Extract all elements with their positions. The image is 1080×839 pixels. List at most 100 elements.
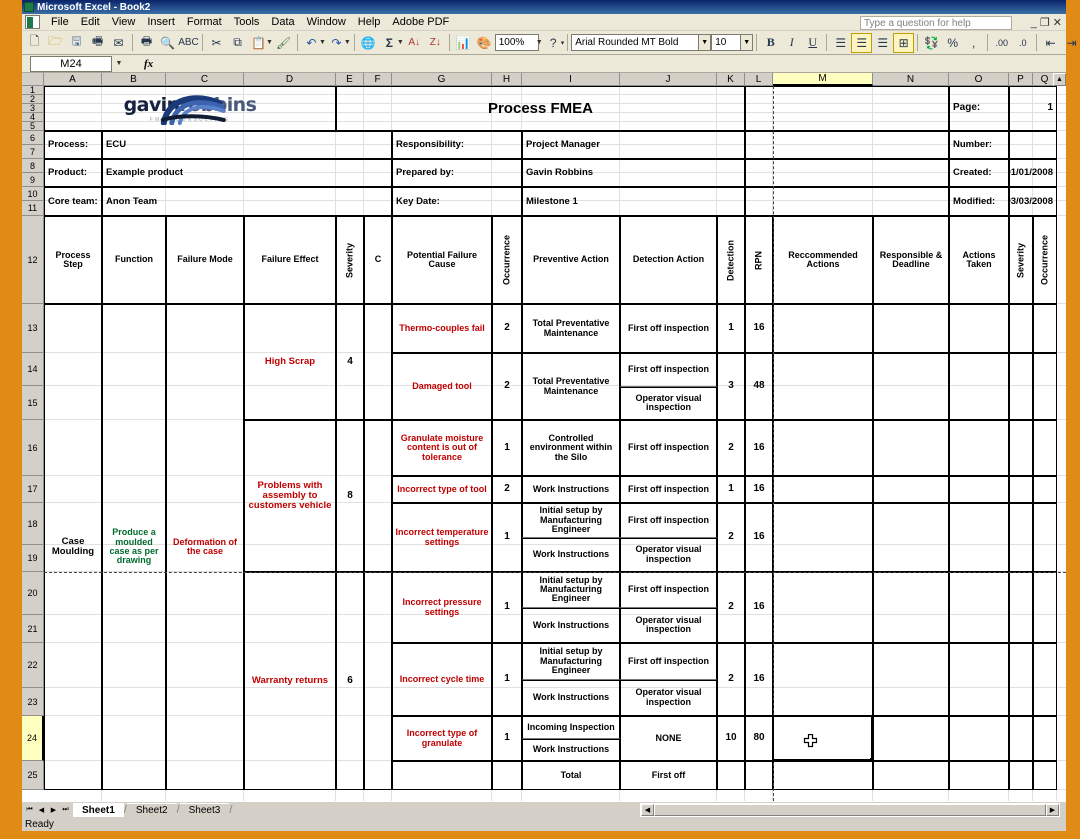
drawing-icon[interactable]: 🎨 <box>474 33 495 53</box>
menu-insert[interactable]: Insert <box>141 15 181 29</box>
cell-detection-action-5-0[interactable]: First off inspection <box>620 572 717 608</box>
font-name-input[interactable]: Arial Rounded MT Bold <box>571 34 700 51</box>
cell-failure-mode[interactable]: Deformation of the case <box>166 304 244 790</box>
cell-severity-after-1[interactable] <box>1009 353 1033 420</box>
cell-occurrence-1[interactable]: 2 <box>492 353 522 420</box>
menu-view[interactable]: View <box>106 15 142 29</box>
cell-detection-action-8-0[interactable]: First off <box>620 761 717 790</box>
cell-failure-cause-1[interactable]: Damaged tool <box>392 353 492 420</box>
row-header-2[interactable]: 2 <box>22 95 44 104</box>
row-header-20[interactable]: 20 <box>22 572 44 615</box>
cell-preventive-action-4-1[interactable]: Work Instructions <box>522 537 620 572</box>
header-field-blank-2[interactable] <box>745 187 949 216</box>
currency-style-button[interactable]: 💱 <box>921 33 942 53</box>
select-all-corner[interactable] <box>22 73 44 86</box>
cell-preventive-action-7-1[interactable]: Work Instructions <box>522 738 620 761</box>
cell-recommended-actions-4[interactable] <box>773 503 873 572</box>
cell-responsible-deadline-4[interactable] <box>873 503 949 572</box>
column-header-c[interactable]: C <box>166 73 244 86</box>
menu-format[interactable]: Format <box>181 15 228 29</box>
row-header-9[interactable]: 9 <box>22 173 44 187</box>
cell-occurrence-7[interactable]: 1 <box>492 716 522 761</box>
prev-sheet-button[interactable]: ◀ <box>36 806 47 814</box>
cell-responsible-deadline-2[interactable] <box>873 420 949 476</box>
cell-detection-rating-1[interactable]: 3 <box>717 353 745 420</box>
copy-icon[interactable]: ⧉ <box>227 33 248 53</box>
comma-style-button[interactable]: , <box>963 33 984 53</box>
cell-rpn-3[interactable]: 16 <box>745 476 773 503</box>
cell-preventive-action-8-0[interactable]: Total <box>522 761 620 790</box>
scroll-right-button[interactable]: ▶ <box>1046 804 1059 816</box>
cell-actions-taken-8[interactable] <box>949 761 1009 790</box>
cell-rpn-6[interactable]: 16 <box>745 643 773 716</box>
column-header-o[interactable]: O <box>949 73 1009 86</box>
align-center-button[interactable]: ☰ <box>851 32 873 53</box>
decrease-indent-button[interactable]: ⇤ <box>1040 33 1061 53</box>
cell-severity-1[interactable]: 8 <box>336 420 364 572</box>
cell-detection-action-5-1[interactable]: Operator visual inspection <box>620 607 717 643</box>
new-document-icon[interactable]: 🗋 <box>24 33 45 53</box>
column-header-n[interactable]: N <box>873 73 949 86</box>
row-header-16[interactable]: 16 <box>22 420 44 476</box>
restore-button[interactable]: ❐ <box>1040 16 1050 29</box>
cell-preventive-action-5-1[interactable]: Work Instructions <box>522 607 620 643</box>
cell-actions-taken-6[interactable] <box>949 643 1009 716</box>
column-header-j[interactable]: J <box>620 73 717 86</box>
cut-icon[interactable]: ✂ <box>206 33 227 53</box>
email-icon[interactable]: ✉ <box>108 33 129 53</box>
name-box-dropdown-arrow[interactable]: ▼ <box>112 60 126 67</box>
cell-recommended-actions-2[interactable] <box>773 420 873 476</box>
search-icon[interactable]: 🔍 <box>157 33 178 53</box>
column-header-m[interactable]: M <box>773 73 873 86</box>
cell-responsible-deadline-0[interactable] <box>873 304 949 353</box>
cell-detection-action-3-0[interactable]: First off inspection <box>620 476 717 503</box>
merge-and-center-button[interactable]: ⊞ <box>893 32 915 53</box>
underline-button[interactable]: U <box>802 33 823 53</box>
row-header-21[interactable]: 21 <box>22 615 44 643</box>
row-header-25[interactable]: 25 <box>22 761 44 790</box>
cell-recommended-actions-7[interactable] <box>773 716 873 761</box>
cell-detection-rating-3[interactable]: 1 <box>717 476 745 503</box>
cell-failure-cause-0[interactable]: Thermo-couples fail <box>392 304 492 353</box>
cell-severity-after-7[interactable] <box>1009 716 1033 761</box>
row-header-12[interactable]: 12 <box>22 216 44 304</box>
cell-recommended-actions-3[interactable] <box>773 476 873 503</box>
menu-tools[interactable]: Tools <box>228 15 266 29</box>
cell-rpn-7[interactable]: 80 <box>745 716 773 761</box>
cell-actions-taken-0[interactable] <box>949 304 1009 353</box>
cell-severity-after-6[interactable] <box>1009 643 1033 716</box>
row-header-6[interactable]: 6 <box>22 131 44 145</box>
menu-data[interactable]: Data <box>265 15 300 29</box>
cell-failure-cause-6[interactable]: Incorrect cycle time <box>392 643 492 716</box>
header-field-blank-1[interactable] <box>745 159 949 187</box>
cell-actions-taken-7[interactable] <box>949 716 1009 761</box>
cell-occurrence-after-1[interactable] <box>1033 353 1057 420</box>
cell-responsible-deadline-7[interactable] <box>873 716 949 761</box>
cell-detection-action-0-0[interactable]: First off inspection <box>620 304 717 353</box>
cell-failure-effect-1[interactable]: Problems with assembly to customers vehi… <box>244 420 336 572</box>
cell-failure-cause-7[interactable]: Incorrect type of granulate <box>392 716 492 761</box>
cell-detection-action-7-0[interactable]: NONE <box>620 716 717 761</box>
cell-failure-cause-3[interactable]: Incorrect type of tool <box>392 476 492 503</box>
cell-recommended-actions-6[interactable] <box>773 643 873 716</box>
cell-failure-cause-5[interactable]: Incorrect pressure settings <box>392 572 492 643</box>
cell-actions-taken-1[interactable] <box>949 353 1009 420</box>
cell-occurrence-2[interactable]: 1 <box>492 420 522 476</box>
row-header-13[interactable]: 13 <box>22 304 44 353</box>
header-field-value3-2[interactable]: 03/03/2008 <box>1009 187 1057 216</box>
align-right-button[interactable]: ☰ <box>872 33 893 53</box>
cell-occurrence-6[interactable]: 1 <box>492 643 522 716</box>
column-header-l[interactable]: L <box>745 73 773 86</box>
increase-decimal-button[interactable]: .00 <box>991 33 1012 53</box>
row-header-11[interactable]: 11 <box>22 201 44 216</box>
toolbar-overflow-arrow[interactable]: ▾ <box>561 39 565 47</box>
cell-detection-rating-5[interactable]: 2 <box>717 572 745 643</box>
cell-occurrence-after-8[interactable] <box>1033 761 1057 790</box>
cell-detection-rating-8[interactable] <box>717 761 745 790</box>
cell-detection-action-2-0[interactable]: First off inspection <box>620 420 717 476</box>
zoom-dropdown-arrow[interactable]: ▼ <box>536 39 543 46</box>
paste-dropdown-arrow[interactable]: ▼ <box>266 39 273 46</box>
italic-button[interactable]: I <box>781 33 802 53</box>
sheet-tab-sheet1[interactable]: Sheet1 <box>73 803 124 817</box>
row-header-4[interactable]: 4 <box>22 113 44 122</box>
